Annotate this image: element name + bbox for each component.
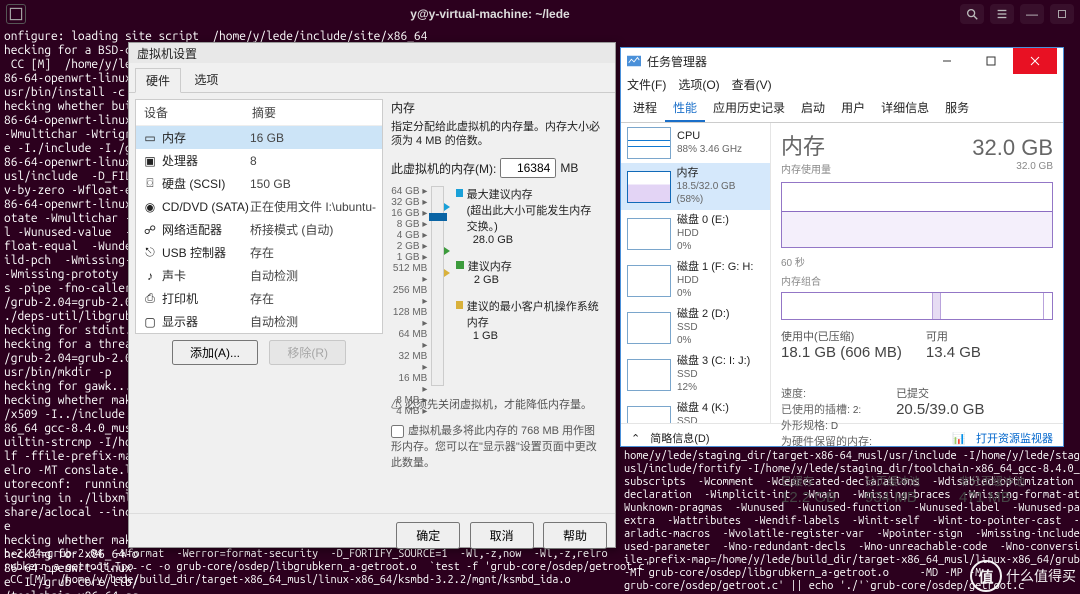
hw-row-net[interactable]: ☍网络适配器桥接模式 (自动) <box>136 218 382 241</box>
resmon-icon: 📊 <box>952 432 966 445</box>
prn-icon: ⎙ <box>142 292 158 306</box>
usb-icon: ⎋ <box>142 246 158 260</box>
minimize-button[interactable] <box>925 48 969 74</box>
dialog-tabs: 硬件 选项 <box>129 63 615 93</box>
search-icon[interactable] <box>960 4 984 24</box>
tab-4[interactable]: 用户 <box>833 95 873 122</box>
watermark: 值什么值得买 <box>970 560 1076 592</box>
dialog-title: 虚拟机设置 <box>129 43 615 63</box>
mem-icon: ▭ <box>142 131 158 145</box>
menu-icon[interactable] <box>990 4 1014 24</box>
ok-button[interactable]: 确定 <box>396 522 460 549</box>
memory-warning: ⚠ 必须先关闭虚拟机，才能降低内存量。 <box>391 396 601 412</box>
add-hardware-button[interactable]: 添加(A)... <box>172 340 258 365</box>
snd-icon: ♪ <box>142 269 158 283</box>
perf-tile-5[interactable]: 磁盘 3 (C: I: J:)SSD12% <box>621 351 770 398</box>
hw-row-snd[interactable]: ♪声卡自动检测 <box>136 264 382 287</box>
memory-slider[interactable]: 64 GB ▸32 GB ▸16 GB ▸8 GB ▸4 GB ▸2 GB ▸1… <box>391 186 601 386</box>
perf-tile-6[interactable]: 磁盘 4 (K:)SSD0% <box>621 398 770 423</box>
hardware-list: 设备摘要 ▭内存16 GB▣处理器8⌼硬盘 (SCSI)150 GB◉CD/DV… <box>135 99 383 334</box>
hw-row-hdd[interactable]: ⌼硬盘 (SCSI)150 GB <box>136 172 382 195</box>
tab-0[interactable]: 进程 <box>625 95 665 122</box>
hw-row-usb[interactable]: ⎋USB 控制器存在 <box>136 241 382 264</box>
performance-sidebar: CPU88% 3.46 GHz内存18.5/32.0 GB (58%)磁盘 0 … <box>621 123 771 423</box>
hdd-icon: ⌼ <box>142 177 158 191</box>
memory-unit: MB <box>560 161 578 175</box>
memory-pane: 内存 指定分配给此虚拟机的内存量。内存大小必须为 4 MB 的倍数。 此虚拟机的… <box>383 99 609 507</box>
tab-1[interactable]: 性能 <box>665 95 705 122</box>
memory-detail: 内存32.0 GB 内存使用量32.0 GB 60 秒 内存组合 使用中(已压缩… <box>771 123 1063 423</box>
window-title: y@y-virtual-machine: ~/lede <box>26 7 954 21</box>
hw-row-disp[interactable]: ▢显示器自动检测 <box>136 310 382 333</box>
perf-tile-4[interactable]: 磁盘 2 (D:)SSD0% <box>621 304 770 351</box>
tab-hardware[interactable]: 硬件 <box>135 68 181 93</box>
taskmgr-menu: 文件(F) 选项(O) 查看(V) <box>621 74 1063 95</box>
perf-tile-1[interactable]: 内存18.5/32.0 GB (58%) <box>621 163 770 210</box>
memory-composition <box>781 292 1053 320</box>
cpu-icon: ▣ <box>142 154 158 168</box>
memory-header: 内存 <box>391 99 601 116</box>
perf-tile-2[interactable]: 磁盘 0 (E:)HDD0% <box>621 210 770 257</box>
tab-2[interactable]: 应用历史记录 <box>705 95 793 122</box>
close-button[interactable] <box>1013 48 1057 74</box>
taskmgr-titlebar: 任务管理器 <box>621 48 1063 74</box>
brief-info[interactable]: 简略信息(D) <box>650 430 709 446</box>
memory-label: 此虚拟机的内存(M): <box>391 160 496 177</box>
net-icon: ☍ <box>142 223 158 237</box>
maximize-icon[interactable] <box>1050 4 1074 24</box>
memory-usage-chart <box>781 182 1053 248</box>
cd-icon: ◉ <box>142 200 158 214</box>
remove-hardware-button[interactable]: 移除(R) <box>269 340 346 365</box>
memory-input[interactable] <box>500 158 556 178</box>
disp-icon: ▢ <box>142 315 158 329</box>
hw-row-mem[interactable]: ▭内存16 GB <box>136 126 382 149</box>
task-manager-window: 任务管理器 文件(F) 选项(O) 查看(V) 进程性能应用历史记录启动用户详细… <box>620 47 1064 447</box>
graphics-mem-checkbox[interactable] <box>391 425 404 438</box>
tab-6[interactable]: 服务 <box>937 95 977 122</box>
help-button[interactable]: 帮助 <box>543 522 607 549</box>
perf-tile-0[interactable]: CPU88% 3.46 GHz <box>621 123 770 163</box>
cancel-button[interactable]: 取消 <box>470 522 534 549</box>
tab-3[interactable]: 启动 <box>793 95 833 122</box>
memory-desc: 指定分配给此虚拟机的内存量。内存大小必须为 4 MB 的倍数。 <box>391 120 601 148</box>
tab-options[interactable]: 选项 <box>184 68 228 91</box>
hw-row-prn[interactable]: ⎙打印机存在 <box>136 287 382 310</box>
open-resmon-link[interactable]: 打开资源监视器 <box>976 430 1053 446</box>
vm-settings-dialog: 虚拟机设置 硬件 选项 设备摘要 ▭内存16 GB▣处理器8⌼硬盘 (SCSI)… <box>128 42 616 548</box>
gnome-top-bar: y@y-virtual-machine: ~/lede — <box>0 0 1080 28</box>
app-icon <box>6 4 26 24</box>
menu-options[interactable]: 选项(O) <box>678 76 719 93</box>
perf-tile-3[interactable]: 磁盘 1 (F: G: H:HDD0% <box>621 257 770 304</box>
menu-view[interactable]: 查看(V) <box>732 76 772 93</box>
hw-row-cd[interactable]: ◉CD/DVD (SATA)正在使用文件 I:\ubuntu-20.04... <box>136 195 382 218</box>
tab-5[interactable]: 详细信息 <box>873 95 937 122</box>
taskmgr-title: 任务管理器 <box>647 53 925 70</box>
graphics-mem-hint: 虚拟机最多将此内存的 768 MB 用作图形内存。您可以在"显示器"设置页面中更… <box>391 422 601 470</box>
chevron-up-icon[interactable]: ⌃ <box>631 432 640 445</box>
taskmgr-icon <box>627 54 641 68</box>
menu-file[interactable]: 文件(F) <box>627 76 666 93</box>
hw-row-cpu[interactable]: ▣处理器8 <box>136 149 382 172</box>
maximize-button[interactable] <box>969 48 1013 74</box>
minimize-icon[interactable]: — <box>1020 4 1044 24</box>
taskmgr-tabs: 进程性能应用历史记录启动用户详细信息服务 <box>621 95 1063 123</box>
